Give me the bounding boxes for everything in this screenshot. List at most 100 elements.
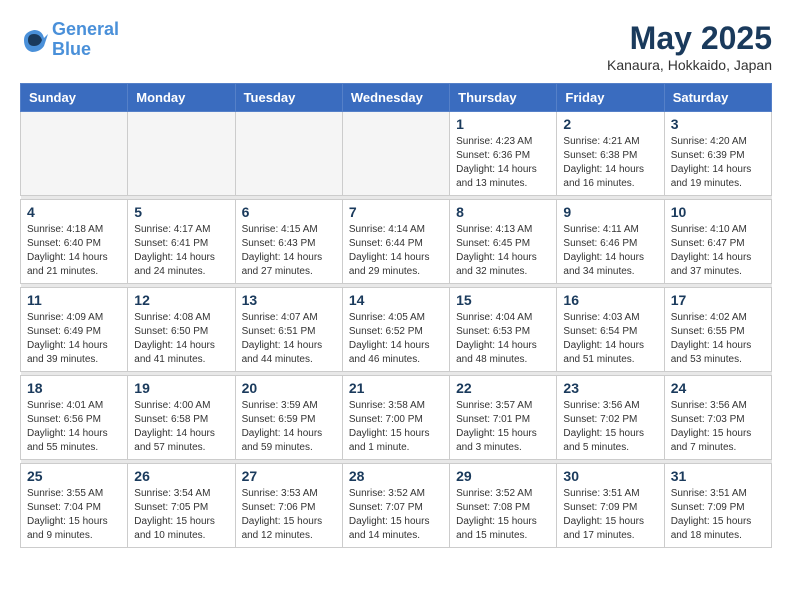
title-block: May 2025 Kanaura, Hokkaido, Japan <box>607 20 772 73</box>
day-info: Sunrise: 3:52 AMSunset: 7:08 PMDaylight:… <box>456 487 550 543</box>
day-number: 27 <box>242 468 336 484</box>
day-info: Sunrise: 4:13 AMSunset: 6:45 PMDaylight:… <box>456 223 550 279</box>
day-info: Sunrise: 4:02 AMSunset: 6:55 PMDaylight:… <box>671 311 765 367</box>
logo: General Blue <box>20 20 119 60</box>
day-info: Sunrise: 3:56 AMSunset: 7:03 PMDaylight:… <box>671 399 765 455</box>
day-number: 23 <box>563 380 657 396</box>
day-number: 2 <box>563 116 657 132</box>
calendar-cell: 13 Sunrise: 4:07 AMSunset: 6:51 PMDayligh… <box>235 288 342 372</box>
calendar-week-1: 1 Sunrise: 4:23 AMSunset: 6:36 PMDaylight… <box>21 112 772 196</box>
day-number: 30 <box>563 468 657 484</box>
day-info: Sunrise: 3:59 AMSunset: 6:59 PMDaylight:… <box>242 399 336 455</box>
day-number: 14 <box>349 292 443 308</box>
calendar-cell: 16 Sunrise: 4:03 AMSunset: 6:54 PMDayligh… <box>557 288 664 372</box>
calendar-header-row: SundayMondayTuesdayWednesdayThursdayFrid… <box>21 84 772 112</box>
day-number: 10 <box>671 204 765 220</box>
calendar-cell: 23 Sunrise: 3:56 AMSunset: 7:02 PMDayligh… <box>557 376 664 460</box>
calendar-cell <box>342 112 449 196</box>
logo-text: General Blue <box>52 20 119 60</box>
col-header-sunday: Sunday <box>21 84 128 112</box>
calendar-week-3: 11 Sunrise: 4:09 AMSunset: 6:49 PMDayligh… <box>21 288 772 372</box>
calendar-cell: 6 Sunrise: 4:15 AMSunset: 6:43 PMDaylight… <box>235 200 342 284</box>
day-number: 26 <box>134 468 228 484</box>
day-number: 1 <box>456 116 550 132</box>
day-info: Sunrise: 4:21 AMSunset: 6:38 PMDaylight:… <box>563 135 657 191</box>
day-info: Sunrise: 4:10 AMSunset: 6:47 PMDaylight:… <box>671 223 765 279</box>
day-number: 29 <box>456 468 550 484</box>
day-number: 12 <box>134 292 228 308</box>
calendar-cell: 11 Sunrise: 4:09 AMSunset: 6:49 PMDayligh… <box>21 288 128 372</box>
day-info: Sunrise: 4:08 AMSunset: 6:50 PMDaylight:… <box>134 311 228 367</box>
day-number: 6 <box>242 204 336 220</box>
day-info: Sunrise: 4:09 AMSunset: 6:49 PMDaylight:… <box>27 311 121 367</box>
calendar-cell: 19 Sunrise: 4:00 AMSunset: 6:58 PMDayligh… <box>128 376 235 460</box>
day-number: 7 <box>349 204 443 220</box>
calendar-cell: 12 Sunrise: 4:08 AMSunset: 6:50 PMDayligh… <box>128 288 235 372</box>
day-number: 17 <box>671 292 765 308</box>
month-title: May 2025 <box>607 20 772 57</box>
day-info: Sunrise: 3:58 AMSunset: 7:00 PMDaylight:… <box>349 399 443 455</box>
day-number: 3 <box>671 116 765 132</box>
day-info: Sunrise: 4:03 AMSunset: 6:54 PMDaylight:… <box>563 311 657 367</box>
day-number: 15 <box>456 292 550 308</box>
day-info: Sunrise: 3:52 AMSunset: 7:07 PMDaylight:… <box>349 487 443 543</box>
day-number: 11 <box>27 292 121 308</box>
day-number: 22 <box>456 380 550 396</box>
calendar-cell <box>235 112 342 196</box>
col-header-monday: Monday <box>128 84 235 112</box>
calendar-cell: 14 Sunrise: 4:05 AMSunset: 6:52 PMDayligh… <box>342 288 449 372</box>
day-info: Sunrise: 4:15 AMSunset: 6:43 PMDaylight:… <box>242 223 336 279</box>
calendar-cell: 1 Sunrise: 4:23 AMSunset: 6:36 PMDaylight… <box>450 112 557 196</box>
day-info: Sunrise: 4:05 AMSunset: 6:52 PMDaylight:… <box>349 311 443 367</box>
day-info: Sunrise: 3:54 AMSunset: 7:05 PMDaylight:… <box>134 487 228 543</box>
calendar-cell: 30 Sunrise: 3:51 AMSunset: 7:09 PMDayligh… <box>557 464 664 548</box>
day-info: Sunrise: 4:17 AMSunset: 6:41 PMDaylight:… <box>134 223 228 279</box>
col-header-tuesday: Tuesday <box>235 84 342 112</box>
calendar-cell: 28Sunrise: 3:52 AMSunset: 7:07 PMDayligh… <box>342 464 449 548</box>
day-info: Sunrise: 4:14 AMSunset: 6:44 PMDaylight:… <box>349 223 443 279</box>
day-info: Sunrise: 4:00 AMSunset: 6:58 PMDaylight:… <box>134 399 228 455</box>
calendar-cell: 29 Sunrise: 3:52 AMSunset: 7:08 PMDayligh… <box>450 464 557 548</box>
day-number: 5 <box>134 204 228 220</box>
col-header-friday: Friday <box>557 84 664 112</box>
day-number: 13 <box>242 292 336 308</box>
calendar-cell: 22Sunrise: 3:57 AMSunset: 7:01 PMDayligh… <box>450 376 557 460</box>
calendar-cell: 5 Sunrise: 4:17 AMSunset: 6:41 PMDaylight… <box>128 200 235 284</box>
calendar-cell: 20Sunrise: 3:59 AMSunset: 6:59 PMDayligh… <box>235 376 342 460</box>
day-number: 19 <box>134 380 228 396</box>
day-number: 18 <box>27 380 121 396</box>
calendar-cell: 10 Sunrise: 4:10 AMSunset: 6:47 PMDayligh… <box>664 200 771 284</box>
calendar-cell <box>21 112 128 196</box>
day-info: Sunrise: 3:53 AMSunset: 7:06 PMDaylight:… <box>242 487 336 543</box>
day-number: 16 <box>563 292 657 308</box>
day-info: Sunrise: 3:51 AMSunset: 7:09 PMDaylight:… <box>563 487 657 543</box>
calendar-cell: 26 Sunrise: 3:54 AMSunset: 7:05 PMDayligh… <box>128 464 235 548</box>
calendar-cell: 8 Sunrise: 4:13 AMSunset: 6:45 PMDaylight… <box>450 200 557 284</box>
calendar-cell: 27 Sunrise: 3:53 AMSunset: 7:06 PMDayligh… <box>235 464 342 548</box>
day-info: Sunrise: 4:07 AMSunset: 6:51 PMDaylight:… <box>242 311 336 367</box>
calendar-cell: 17 Sunrise: 4:02 AMSunset: 6:55 PMDayligh… <box>664 288 771 372</box>
day-number: 24 <box>671 380 765 396</box>
day-info: Sunrise: 3:56 AMSunset: 7:02 PMDaylight:… <box>563 399 657 455</box>
day-info: Sunrise: 3:55 AMSunset: 7:04 PMDaylight:… <box>27 487 121 543</box>
calendar-table: SundayMondayTuesdayWednesdayThursdayFrid… <box>20 83 772 548</box>
calendar-cell: 2 Sunrise: 4:21 AMSunset: 6:38 PMDaylight… <box>557 112 664 196</box>
day-number: 21 <box>349 380 443 396</box>
calendar-cell: 15 Sunrise: 4:04 AMSunset: 6:53 PMDayligh… <box>450 288 557 372</box>
logo-icon <box>20 26 48 54</box>
day-info: Sunrise: 4:23 AMSunset: 6:36 PMDaylight:… <box>456 135 550 191</box>
day-info: Sunrise: 4:01 AMSunset: 6:56 PMDaylight:… <box>27 399 121 455</box>
day-info: Sunrise: 4:18 AMSunset: 6:40 PMDaylight:… <box>27 223 121 279</box>
day-number: 25 <box>27 468 121 484</box>
page-header: General Blue May 2025 Kanaura, Hokkaido,… <box>20 20 772 73</box>
calendar-cell: 25 Sunrise: 3:55 AMSunset: 7:04 PMDayligh… <box>21 464 128 548</box>
calendar-week-2: 4Sunrise: 4:18 AMSunset: 6:40 PMDaylight… <box>21 200 772 284</box>
calendar-cell: 4Sunrise: 4:18 AMSunset: 6:40 PMDaylight… <box>21 200 128 284</box>
day-number: 8 <box>456 204 550 220</box>
col-header-wednesday: Wednesday <box>342 84 449 112</box>
calendar-cell: 7 Sunrise: 4:14 AMSunset: 6:44 PMDaylight… <box>342 200 449 284</box>
day-number: 9 <box>563 204 657 220</box>
day-info: Sunrise: 4:20 AMSunset: 6:39 PMDaylight:… <box>671 135 765 191</box>
col-header-thursday: Thursday <box>450 84 557 112</box>
day-info: Sunrise: 4:04 AMSunset: 6:53 PMDaylight:… <box>456 311 550 367</box>
